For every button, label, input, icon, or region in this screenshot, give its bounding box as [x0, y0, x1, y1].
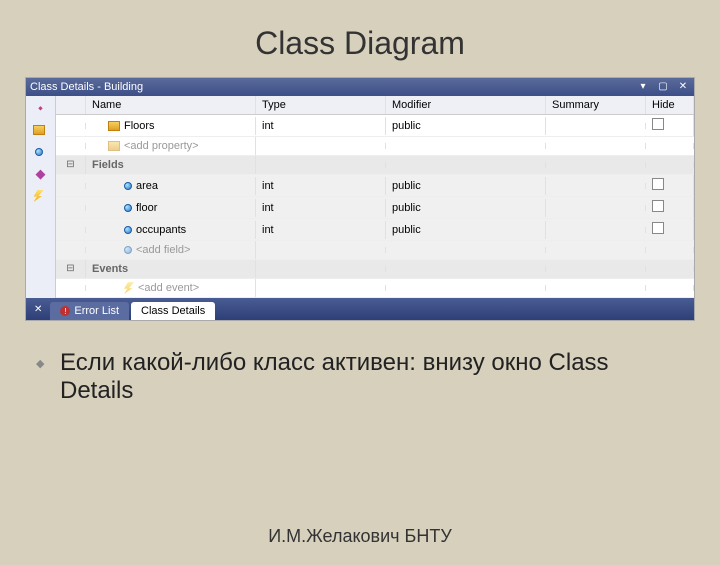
cell-type: int — [256, 177, 386, 195]
group-label-events: Events — [86, 260, 256, 278]
col-hide[interactable]: Hide — [646, 96, 694, 114]
bullet-item: Если какой-либо класс активен: внизу окн… — [60, 349, 680, 405]
cell-modifier: public — [386, 117, 546, 135]
cell-type: int — [256, 117, 386, 135]
cell-modifier: public — [386, 177, 546, 195]
field-icon — [124, 182, 132, 190]
tab-error-list[interactable]: ! Error List — [50, 302, 129, 320]
pin-icon[interactable]: ▢ — [656, 81, 670, 93]
property-icon — [108, 121, 120, 131]
col-summary[interactable]: Summary — [546, 96, 646, 114]
panel-title: Class Details - Building — [30, 81, 630, 93]
dropdown-icon[interactable]: ▾ — [636, 81, 650, 93]
grid-header: Name Type Modifier Summary Hide — [56, 96, 694, 115]
slide-title: Class Diagram — [0, 25, 720, 62]
cell-name: occupants — [136, 224, 186, 236]
hide-checkbox[interactable] — [652, 118, 664, 130]
table-row[interactable]: floor int public — [56, 197, 694, 219]
collapse-icon[interactable]: ⊟ — [56, 156, 86, 174]
toolbar-class-icon[interactable]: ⬩ — [32, 99, 50, 117]
table-row[interactable]: area int public — [56, 175, 694, 197]
cell-name: floor — [136, 202, 157, 214]
table-row[interactable]: <add event> — [56, 279, 694, 298]
hide-checkbox[interactable] — [652, 178, 664, 190]
cell-name: Floors — [124, 120, 155, 132]
cell-name: area — [136, 180, 158, 192]
panel-titlebar: Class Details - Building ▾ ▢ ✕ — [26, 78, 694, 96]
footer-text: И.М.Желакович БНТУ — [0, 526, 720, 547]
cell-type: int — [256, 199, 386, 217]
add-property-placeholder: <add property> — [124, 140, 199, 152]
cell-type: int — [256, 221, 386, 239]
property-icon — [108, 141, 120, 151]
table-row[interactable]: <add property> — [56, 137, 694, 156]
toolbar-method-icon[interactable]: ◆ — [32, 165, 50, 183]
toolbar-property-icon[interactable] — [32, 121, 50, 139]
col-type[interactable]: Type — [256, 96, 386, 114]
tab-label: Error List — [74, 305, 119, 317]
bullet-list: Если какой-либо класс активен: внизу окн… — [60, 349, 680, 405]
event-icon — [124, 282, 134, 294]
group-row-fields[interactable]: ⊟ Fields — [56, 156, 694, 175]
bottom-tabstrip: ✕ ! Error List Class Details — [26, 298, 694, 320]
toolbar-event-icon[interactable] — [32, 187, 50, 205]
table-row[interactable]: occupants int public — [56, 219, 694, 241]
add-event-placeholder: <add event> — [138, 282, 199, 294]
class-details-panel: Class Details - Building ▾ ▢ ✕ ⬩ ◆ Name … — [25, 77, 695, 321]
col-modifier[interactable]: Modifier — [386, 96, 546, 114]
table-row[interactable]: <add field> — [56, 241, 694, 260]
tab-class-details[interactable]: Class Details — [131, 302, 215, 320]
toolbar-field-icon[interactable] — [32, 143, 50, 161]
collapse-icon[interactable]: ⊟ — [56, 260, 86, 278]
cell-modifier: public — [386, 221, 546, 239]
table-row[interactable]: Floors int public — [56, 115, 694, 137]
col-name[interactable]: Name — [86, 96, 256, 114]
tabstrip-close-icon[interactable]: ✕ — [30, 301, 46, 318]
field-icon — [124, 204, 132, 212]
hide-checkbox[interactable] — [652, 222, 664, 234]
details-grid: Name Type Modifier Summary Hide Floors i… — [56, 96, 694, 298]
left-toolbar: ⬩ ◆ — [26, 96, 56, 298]
close-icon[interactable]: ✕ — [676, 81, 690, 93]
cell-modifier: public — [386, 199, 546, 217]
tab-label: Class Details — [141, 305, 205, 317]
hide-checkbox[interactable] — [652, 200, 664, 212]
error-icon: ! — [60, 306, 70, 316]
group-row-events[interactable]: ⊟ Events — [56, 260, 694, 279]
group-label-fields: Fields — [86, 156, 256, 174]
field-icon — [124, 226, 132, 234]
field-icon — [124, 246, 132, 254]
add-field-placeholder: <add field> — [136, 244, 190, 256]
